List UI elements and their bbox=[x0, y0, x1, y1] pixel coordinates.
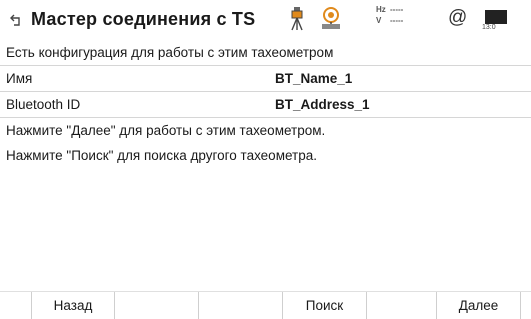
softkey-empty-2[interactable] bbox=[115, 292, 199, 319]
next-button[interactable]: Далее bbox=[437, 292, 521, 319]
angle-readout: Hz ----- V ----- bbox=[376, 4, 426, 32]
softkey-spacer-left bbox=[0, 292, 31, 319]
target-connection-icon bbox=[318, 6, 344, 37]
page-title: Мастер соединения с TS bbox=[31, 9, 256, 29]
v-label: V bbox=[376, 16, 382, 25]
title-bar: Мастер соединения с TS Hz ----- V ----- @ … bbox=[0, 0, 531, 40]
config-heading-row: Есть конфигурация для работы с этим тахе… bbox=[0, 40, 531, 66]
softkey-empty-5[interactable] bbox=[367, 292, 437, 319]
field-row-bluetooth: Bluetooth ID BT_Address_1 bbox=[0, 92, 531, 118]
softkey-bar: Назад Поиск Далее bbox=[0, 291, 531, 319]
name-value: BT_Name_1 bbox=[275, 71, 353, 86]
bluetooth-value: BT_Address_1 bbox=[275, 97, 370, 112]
at-icon[interactable]: @ bbox=[448, 7, 467, 29]
hz-label: Hz bbox=[376, 5, 386, 14]
search-button[interactable]: Поиск bbox=[283, 292, 367, 319]
softkey-empty-3[interactable] bbox=[199, 292, 283, 319]
bluetooth-label: Bluetooth ID bbox=[6, 97, 81, 112]
battery-icon: 13:0 bbox=[482, 6, 512, 32]
config-heading: Есть конфигурация для работы с этим тахе… bbox=[6, 45, 334, 60]
clock-time: 13:0 bbox=[482, 24, 496, 31]
hz-value: ----- bbox=[390, 5, 404, 14]
search-hint-text: Нажмите "Поиск" для поиска другого тахео… bbox=[6, 148, 317, 163]
back-arrow-icon[interactable] bbox=[7, 10, 27, 30]
softkey-spacer-right bbox=[521, 292, 531, 319]
next-hint-text: Нажмите "Далее" для работы с этим тахеом… bbox=[6, 123, 326, 138]
back-button[interactable]: Назад bbox=[31, 292, 115, 319]
total-station-icon bbox=[289, 6, 305, 37]
field-row-name: Имя BT_Name_1 bbox=[0, 66, 531, 92]
name-label: Имя bbox=[6, 71, 33, 86]
v-value: ----- bbox=[390, 16, 404, 25]
